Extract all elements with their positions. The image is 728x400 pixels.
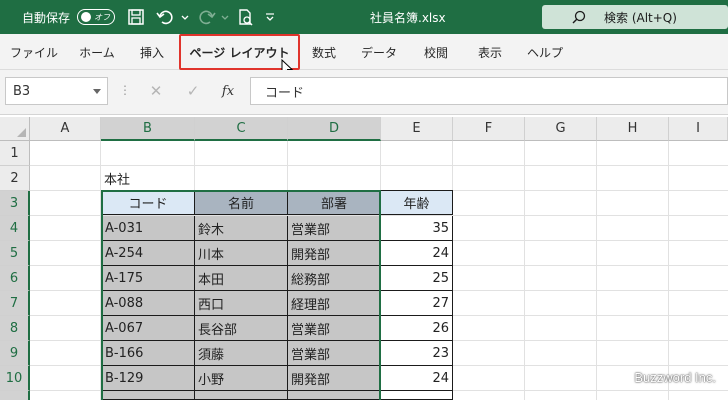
tab-data[interactable]: データ: [355, 34, 403, 70]
name-box-value: B3: [13, 83, 31, 99]
table-cell-department[interactable]: 開発部: [288, 366, 381, 391]
table-cell-name[interactable]: [195, 391, 288, 400]
table-cell-department[interactable]: 経理部: [288, 291, 381, 316]
undo-dropdown-icon[interactable]: [180, 8, 190, 26]
table-cell-code[interactable]: A-088: [101, 291, 195, 316]
table-cell-department[interactable]: 開発部: [288, 241, 381, 266]
enter-icon[interactable]: ✓: [181, 79, 205, 103]
tab-view[interactable]: 表示: [468, 34, 512, 70]
column-header-i[interactable]: I: [669, 117, 728, 141]
row-header-5[interactable]: 5: [0, 241, 30, 266]
name-box[interactable]: B3: [5, 77, 108, 105]
row-header-1[interactable]: 1: [0, 141, 30, 166]
row-header-2[interactable]: 2: [0, 166, 30, 191]
column-header-g[interactable]: G: [525, 117, 597, 141]
header-name[interactable]: 名前: [195, 190, 288, 215]
formula-bar-grip-icon[interactable]: ⋮: [119, 83, 131, 97]
chevron-down-icon[interactable]: [93, 89, 101, 94]
table-cell-code[interactable]: A-067: [101, 316, 195, 341]
ribbon-tabs: ファイル ホーム 挿入 ページ レイアウト 数式 データ 校閲 表示 ヘルプ: [0, 34, 728, 70]
tab-help[interactable]: ヘルプ: [520, 34, 570, 70]
customize-toolbar-icon[interactable]: [264, 8, 276, 26]
table-cell-name[interactable]: 長谷部: [195, 316, 288, 341]
column-header-b[interactable]: B: [101, 117, 195, 141]
search-icon: [572, 10, 586, 24]
table-cell-age[interactable]: [381, 391, 453, 400]
column-header-c[interactable]: C: [195, 117, 288, 141]
gridline: [668, 141, 669, 400]
header-code[interactable]: コード: [101, 190, 195, 215]
table-cell-name[interactable]: 須藤: [195, 341, 288, 366]
search-placeholder: 検索 (Alt+Q): [604, 10, 677, 25]
watermark: Buzzword Inc.: [634, 370, 716, 385]
formula-bar: B3 ⋮ ✕ ✓ fx コード: [0, 70, 728, 115]
row-header-8[interactable]: 8: [0, 316, 30, 341]
table-cell-department[interactable]: 営業部: [288, 216, 381, 241]
table-cell-age[interactable]: 23: [381, 341, 453, 366]
tab-formulas[interactable]: 数式: [304, 34, 344, 70]
table-cell-name[interactable]: 鈴木: [195, 216, 288, 241]
table-cell-age[interactable]: 25: [381, 266, 453, 291]
insert-function-button[interactable]: fx: [216, 79, 240, 103]
column-header-f[interactable]: F: [453, 117, 525, 141]
column-header-h[interactable]: H: [597, 117, 669, 141]
undo-icon[interactable]: [156, 8, 174, 26]
table-cell-code[interactable]: A-254: [101, 241, 195, 266]
tab-review[interactable]: 校閲: [414, 34, 458, 70]
row-header-6[interactable]: 6: [0, 266, 30, 291]
table-cell-department[interactable]: 総務部: [288, 266, 381, 291]
save-icon[interactable]: [127, 8, 145, 26]
tab-insert[interactable]: 挿入: [130, 34, 174, 70]
column-header-a[interactable]: A: [30, 117, 101, 141]
table-cell-name[interactable]: 川本: [195, 241, 288, 266]
gridline: [596, 141, 597, 400]
cell-b2[interactable]: 本社: [101, 166, 195, 191]
select-all-button[interactable]: [0, 117, 30, 141]
table-cell-age[interactable]: 35: [381, 216, 453, 241]
tab-file[interactable]: ファイル: [5, 34, 63, 70]
table-cell-code[interactable]: A-031: [101, 216, 195, 241]
row-header-7[interactable]: 7: [0, 291, 30, 316]
table-cell-name[interactable]: 西口: [195, 291, 288, 316]
table-cell-age[interactable]: 26: [381, 316, 453, 341]
row-header-10[interactable]: 10: [0, 366, 30, 391]
row-header-11[interactable]: [0, 391, 30, 400]
autosave-state: オフ: [94, 12, 110, 22]
row-header-4[interactable]: 4: [0, 216, 30, 241]
autosave-toggle[interactable]: オフ: [77, 9, 115, 25]
table-cell-age[interactable]: 27: [381, 291, 453, 316]
header-age[interactable]: 年齢: [381, 190, 453, 215]
gridline: [524, 141, 525, 400]
table-cell-code[interactable]: B-166: [101, 341, 195, 366]
search-box[interactable]: 検索 (Alt+Q): [542, 5, 728, 29]
table-cell-code[interactable]: B-129: [101, 366, 195, 391]
row-header-9[interactable]: 9: [0, 341, 30, 366]
table-cell-code[interactable]: [101, 391, 195, 400]
table-cell-age[interactable]: 24: [381, 366, 453, 391]
table-cell-code[interactable]: A-175: [101, 266, 195, 291]
redo-dropdown-icon[interactable]: [220, 8, 230, 26]
table-cell-department[interactable]: 営業部: [288, 316, 381, 341]
table-cell-name[interactable]: 本田: [195, 266, 288, 291]
print-preview-icon[interactable]: [236, 8, 254, 26]
redo-icon[interactable]: [198, 8, 216, 26]
table-cell-department[interactable]: 営業部: [288, 341, 381, 366]
column-header-e[interactable]: E: [381, 117, 453, 141]
toggle-knob: [81, 12, 91, 22]
header-department[interactable]: 部署: [288, 190, 381, 215]
autosave-label: 自動保存: [22, 10, 71, 25]
table-cell-department[interactable]: [288, 391, 381, 400]
title-bar: 自動保存 オフ 社員名簿.xlsx 検索 (Alt+Q): [0, 0, 728, 34]
row-header-3[interactable]: 3: [0, 191, 30, 216]
table-cell-name[interactable]: 小野: [195, 366, 288, 391]
tab-home[interactable]: ホーム: [70, 34, 124, 70]
formula-input[interactable]: コード: [250, 77, 728, 105]
table-cell-age[interactable]: 24: [381, 241, 453, 266]
file-name: 社員名簿.xlsx: [370, 10, 446, 25]
column-header-d[interactable]: D: [288, 117, 381, 141]
cancel-icon[interactable]: ✕: [144, 79, 168, 103]
